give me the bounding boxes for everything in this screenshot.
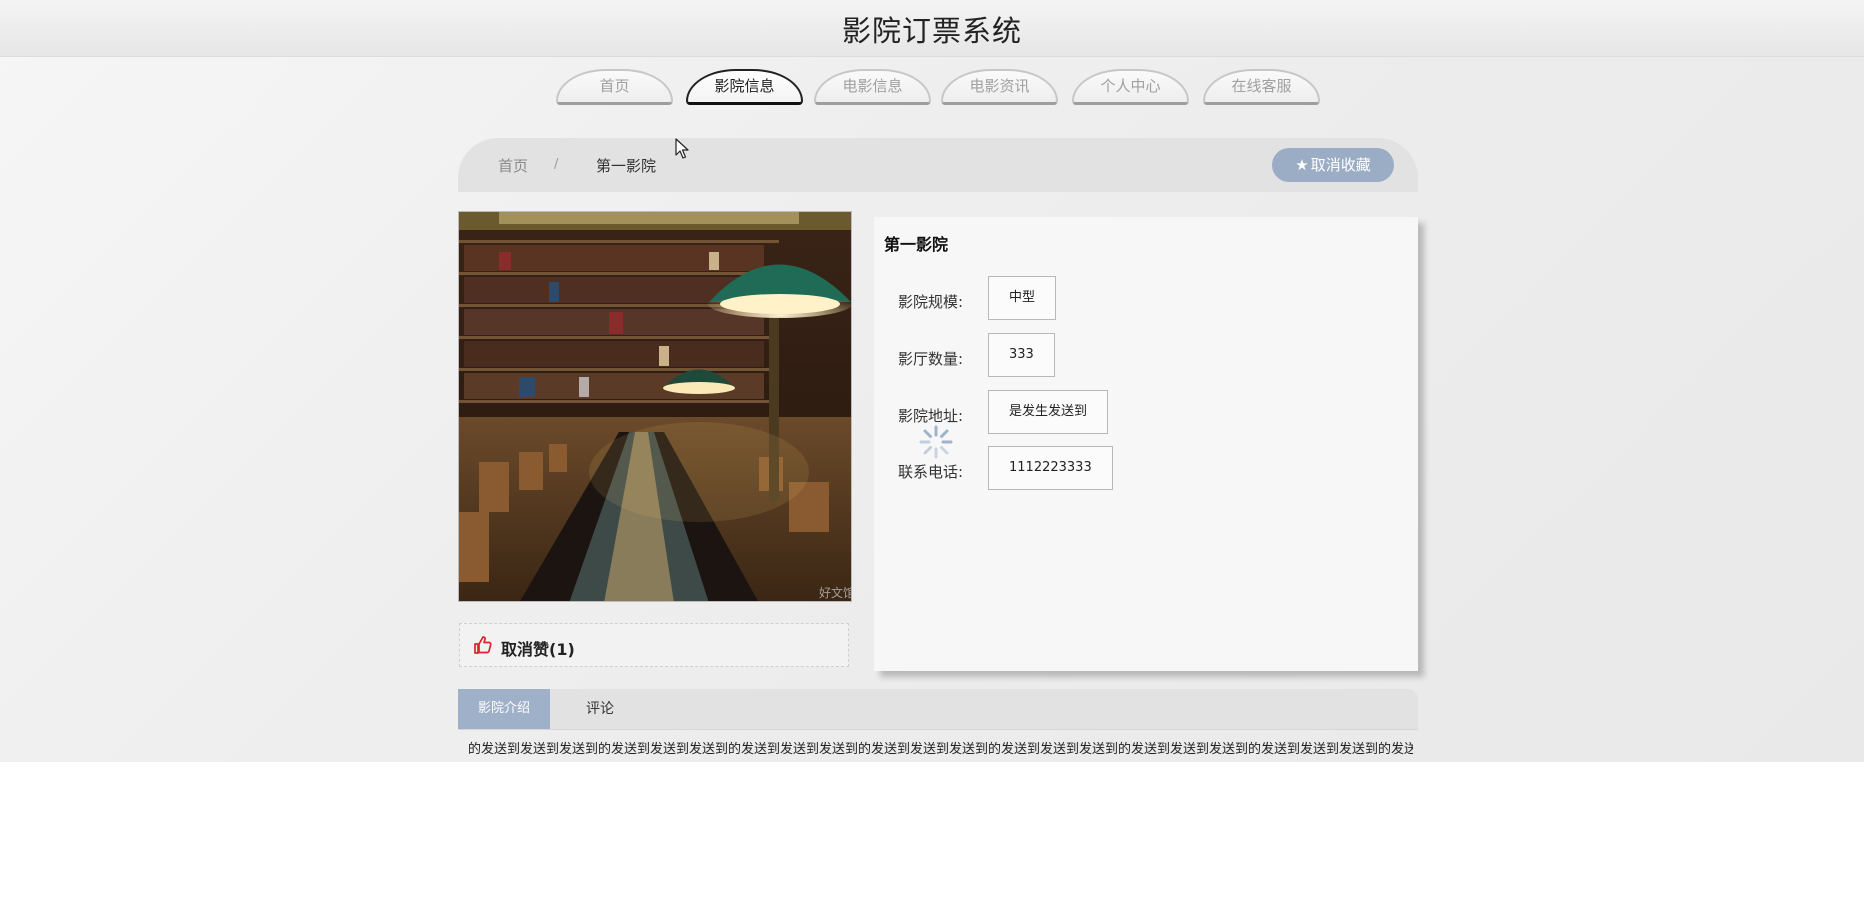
tab-cinema-intro[interactable]: 影院介绍 [458,689,550,729]
unfavorite-button[interactable]: ★ 取消收藏 [1272,148,1394,182]
detail-tabs: 影院介绍 评论 [458,689,1418,730]
photo-watermark: 好文馆 [819,585,852,600]
cinema-name: 第一影院 [884,235,949,254]
mouse-cursor-icon [675,138,689,159]
site-title: 影院订票系统 [841,14,1022,48]
unlike-button[interactable]: 取消赞(1) [459,623,849,667]
phone-label: 联系电话: [898,463,964,481]
top-header-bar: 影院订票系统 [0,0,1864,57]
breadcrumb-separator: / [554,157,559,172]
hall-count-label: 影厅数量: [898,350,964,368]
breadcrumb-current: 第一影院 [596,157,657,175]
loading-spinner-icon [919,425,953,459]
breadcrumb: 首页 / 第一影院 ★ 取消收藏 [458,138,1418,192]
unlike-label: 取消赞(1) [501,640,575,659]
address-value: 是发生发送到 [988,390,1109,434]
breadcrumb-home-link[interactable]: 首页 [498,155,528,176]
cinema-intro-text: 的发送到发送到发送到的发送到发送到发送到的发送到发送到发送到的发送到发送到发送到… [468,742,1413,757]
tab-comments[interactable]: 评论 [550,689,650,729]
scale-value: 中型 [988,276,1057,320]
address-label: 影院地址: [898,407,964,425]
unfavorite-label: 取消收藏 [1310,156,1371,174]
cinema-photo: 好文馆 [458,211,852,602]
thumbs-up-icon [474,636,492,654]
phone-value: 1112223333 [988,446,1113,490]
hall-count-value: 333 [988,333,1055,377]
scale-label: 影院规模: [898,293,964,311]
cinema-info-card: 第一影院 影院规模: 中型 影厅数量: 333 影院地址: 是发生发送到 联系电… [874,217,1418,671]
star-icon: ★ [1295,156,1309,174]
